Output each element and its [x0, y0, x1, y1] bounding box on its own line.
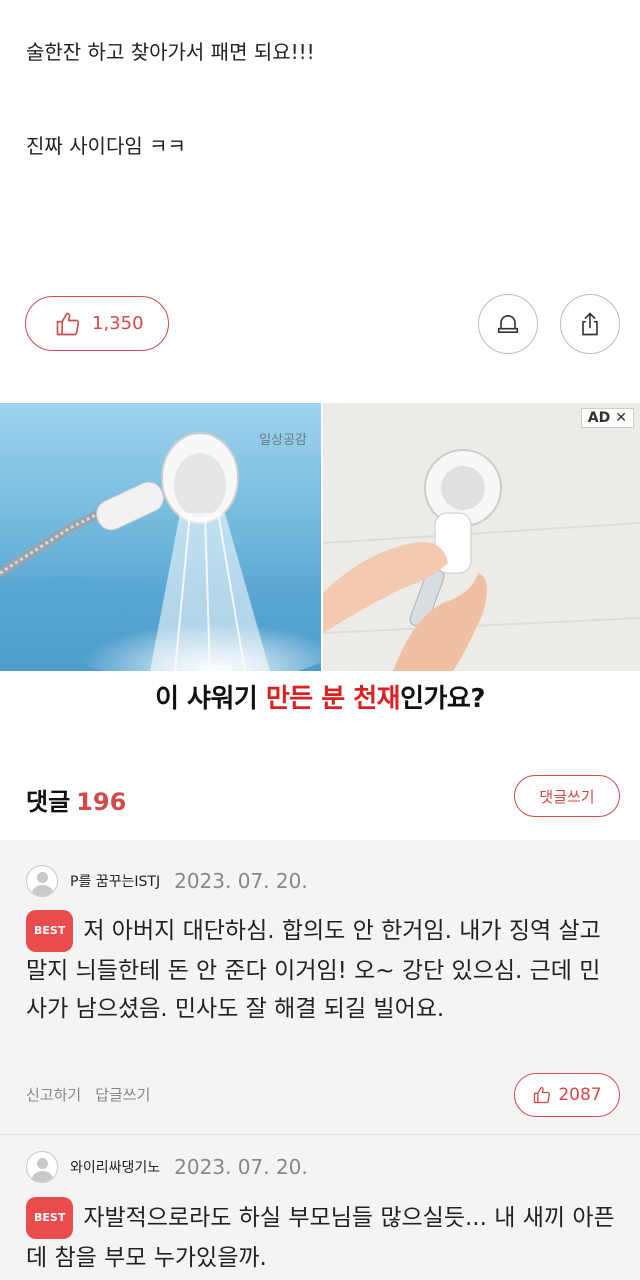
comment-list: P를 꿈꾸는ISTJ 2023. 07. 20. BEST 저 아버지 대단하심.…	[0, 840, 640, 1280]
bell-button[interactable]	[478, 294, 538, 354]
ad-caption-part-2: 인가요?	[400, 684, 485, 714]
comments-label: 댓글	[26, 788, 71, 816]
ad-image-shower-water: 일상공감	[0, 403, 321, 671]
best-badge: BEST	[26, 1197, 74, 1239]
comment-actions: 신고하기 답글쓰기	[26, 1084, 150, 1105]
post-line-2: 진짜 사이다임 ㅋㅋ	[26, 134, 186, 158]
post-line-1: 술한잔 하고 찾아가서 패면 되요!!!	[26, 40, 315, 64]
shower-hands-illustration	[323, 403, 640, 671]
like-button[interactable]: 1,350	[25, 296, 169, 351]
report-link[interactable]: 신고하기	[26, 1084, 81, 1105]
ad-caption[interactable]: 이 샤워기 만든 분 천재인가요?	[0, 671, 640, 727]
ad-badge[interactable]: AD ✕	[580, 408, 634, 428]
write-comment-button[interactable]: 댓글쓰기	[514, 775, 620, 817]
comment-like-count: 2087	[558, 1085, 602, 1105]
comment-date: 2023. 07. 20.	[174, 1155, 308, 1179]
comments-header: 댓글 196 댓글쓰기	[0, 770, 640, 830]
avatar	[26, 865, 58, 897]
thumbs-up-icon	[56, 312, 80, 335]
comment-text: 자발적으로라도 하실 부모님들 많으실듯... 내 새끼 아픈데 참을 부모 누…	[26, 1205, 615, 1271]
comment-body: BEST 저 아버지 대단하심. 합의도 안 한거임. 내가 징역 살고 말지 늬…	[26, 910, 620, 1028]
comments-count: 196	[76, 788, 127, 816]
ad-caption-part-1: 이 샤워기	[155, 684, 266, 714]
bell-icon	[497, 315, 519, 333]
ad-banner[interactable]: 일상공감 AD ✕ 이 샤워기 만든 분 천재인가요?	[0, 403, 640, 733]
comment-body: BEST 자발적으로라도 하실 부모님들 많으실듯... 내 새끼 아픈데 참을 …	[26, 1197, 620, 1277]
ad-label: AD	[587, 410, 611, 426]
avatar	[26, 1151, 58, 1183]
reply-link[interactable]: 답글쓰기	[95, 1084, 150, 1105]
comment-divider	[0, 1134, 640, 1135]
thumbs-up-icon	[534, 1086, 551, 1104]
share-icon	[582, 312, 598, 336]
ad-caption-highlight: 만든 분 천재	[265, 684, 401, 714]
comment-like-button[interactable]: 2087	[514, 1073, 620, 1117]
ad-watermark: 일상공감	[259, 433, 307, 448]
best-badge: BEST	[26, 910, 74, 952]
comment-text: 저 아버지 대단하심. 합의도 안 한거임. 내가 징역 살고 말지 늬들한테 …	[26, 918, 601, 1022]
ad-image-shower-hands: AD ✕	[323, 403, 640, 671]
comment-date: 2023. 07. 20.	[174, 869, 308, 893]
comment-username[interactable]: P를 꿈꾸는ISTJ	[70, 871, 160, 891]
comment-username[interactable]: 와이리싸댕기노	[70, 1157, 160, 1177]
like-count: 1,350	[92, 313, 144, 334]
comment-author[interactable]: 와이리싸댕기노 2023. 07. 20.	[26, 1150, 308, 1184]
ad-close-icon[interactable]: ✕	[615, 410, 627, 426]
share-button[interactable]	[560, 294, 620, 354]
comments-title: 댓글 196	[26, 782, 126, 817]
comment-author[interactable]: P를 꿈꾸는ISTJ 2023. 07. 20.	[26, 864, 308, 898]
